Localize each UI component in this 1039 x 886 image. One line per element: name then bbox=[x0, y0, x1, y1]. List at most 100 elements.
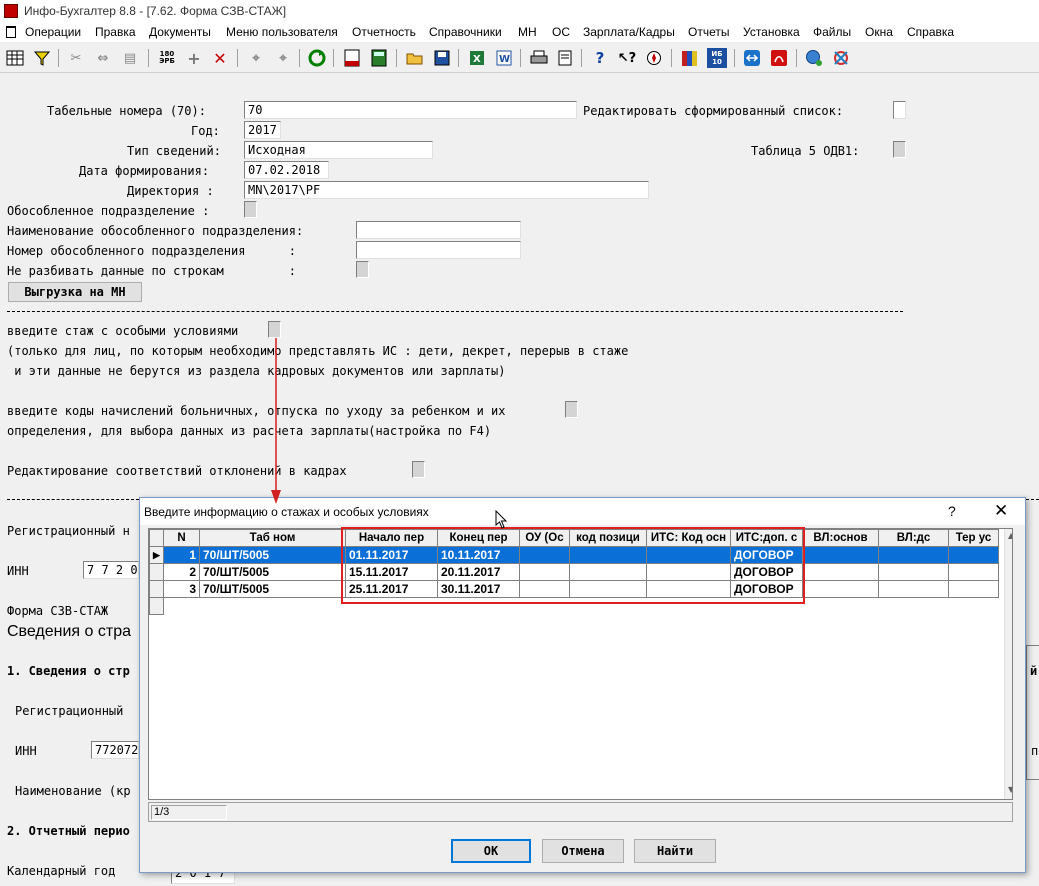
report-icon[interactable] bbox=[342, 48, 362, 68]
acrobat-icon[interactable] bbox=[769, 48, 789, 68]
open-folder-icon[interactable] bbox=[405, 48, 425, 68]
svg-text:X: X bbox=[473, 54, 481, 65]
books-icon[interactable] bbox=[680, 48, 700, 68]
print-icon[interactable] bbox=[529, 48, 549, 68]
menu-operations[interactable]: Операции bbox=[25, 25, 81, 39]
separate-checkbox[interactable] bbox=[244, 201, 257, 218]
menu-reporting[interactable]: Отчетность bbox=[352, 25, 416, 39]
network-icon[interactable] bbox=[831, 48, 851, 68]
cell-n[interactable]: 2 bbox=[163, 563, 200, 581]
cell-vl-main[interactable] bbox=[802, 563, 879, 581]
web-icon[interactable] bbox=[804, 48, 824, 68]
cell-ter[interactable] bbox=[948, 546, 999, 564]
cell-vl-ds[interactable] bbox=[878, 546, 949, 564]
menu-help[interactable]: Справка bbox=[907, 25, 954, 39]
row-pointer-icon: ▶ bbox=[149, 546, 164, 564]
menu-settings[interactable]: Установка bbox=[743, 25, 800, 39]
ib10-icon[interactable]: ИБ 10 bbox=[707, 48, 727, 68]
cancel-button[interactable]: Отмена bbox=[542, 839, 624, 863]
cell-n[interactable]: 3 bbox=[163, 580, 200, 598]
title-bar: Инфо-Бухгалтер 8.8 - [7.62. Форма СЗВ-СТ… bbox=[0, 0, 1039, 22]
right-frame bbox=[1026, 645, 1039, 780]
add-icon[interactable]: + bbox=[184, 48, 204, 68]
menu-salary[interactable]: Зарплата/Кадры bbox=[583, 25, 675, 39]
dialog-help-button[interactable]: ? bbox=[948, 503, 956, 519]
tab-nums-field[interactable]: 70 bbox=[244, 101, 577, 119]
no-split-checkbox[interactable] bbox=[356, 261, 369, 278]
filter-icon[interactable] bbox=[32, 48, 52, 68]
menu-os[interactable]: ОС bbox=[552, 25, 570, 39]
col-vl-main[interactable]: ВЛ:основ bbox=[802, 529, 879, 547]
year-field[interactable]: 2017 bbox=[244, 121, 281, 139]
col-n[interactable]: N bbox=[163, 529, 200, 547]
ok-button[interactable]: ОК bbox=[451, 839, 531, 863]
move-icon[interactable]: ⇔ bbox=[93, 48, 113, 68]
cell-tab-num[interactable]: 70/ШТ/5005 bbox=[199, 563, 346, 581]
deviations-checkbox[interactable] bbox=[412, 461, 425, 478]
table5-label: Таблица 5 ОДВ1: bbox=[751, 144, 860, 158]
scroll-up-icon[interactable]: ▲ bbox=[1008, 531, 1012, 540]
dialog-close-button[interactable]: ✕ bbox=[994, 501, 1008, 521]
cell-n[interactable]: 1 bbox=[163, 546, 200, 564]
delete-icon[interactable]: ✕ bbox=[210, 48, 230, 68]
cell-tab-num[interactable]: 70/ШТ/5005 bbox=[199, 546, 346, 564]
calculator-icon[interactable] bbox=[369, 48, 389, 68]
cell-vl-ds[interactable] bbox=[878, 580, 949, 598]
cell-vl-main[interactable] bbox=[802, 580, 879, 598]
cell-vl-main[interactable] bbox=[802, 546, 879, 564]
menu-user[interactable]: Меню пользователя bbox=[226, 25, 338, 39]
tool1-icon[interactable]: ⌖ bbox=[246, 48, 266, 68]
preview-icon[interactable] bbox=[555, 48, 575, 68]
menu-windows[interactable]: Окна bbox=[865, 25, 893, 39]
dir-field[interactable]: MN\2017\PF bbox=[244, 181, 649, 199]
vertical-scrollbar[interactable]: ▲ ▼ bbox=[1004, 529, 1012, 799]
col-ter[interactable]: Тер ус bbox=[948, 529, 999, 547]
inn2-label: ИНН bbox=[15, 744, 37, 758]
cell-tab-num[interactable]: 70/ШТ/5005 bbox=[199, 580, 346, 598]
sep-name-field[interactable] bbox=[356, 221, 521, 239]
export-button[interactable]: Выгрузка на МН bbox=[8, 282, 142, 302]
number-180-icon[interactable]: 180 ЭРБ bbox=[157, 48, 177, 68]
type-field[interactable]: Исходная bbox=[244, 141, 433, 159]
col-vl-ds[interactable]: ВЛ:дс bbox=[878, 529, 949, 547]
scroll-down-icon[interactable]: ▼ bbox=[1008, 785, 1012, 794]
grid-status-bar: 1/3 bbox=[148, 802, 1013, 822]
find-button[interactable]: Найти bbox=[634, 839, 716, 863]
help-icon[interactable]: ? bbox=[590, 48, 610, 68]
app-icon[interactable] bbox=[4, 4, 18, 18]
menu-mn[interactable]: МН bbox=[518, 25, 537, 39]
window-menu-icon[interactable] bbox=[6, 26, 16, 38]
col-tab-num[interactable]: Таб ном bbox=[199, 529, 346, 547]
paste-icon[interactable]: ▤ bbox=[120, 48, 140, 68]
inn-field[interactable]: 7 7 2 0 bbox=[83, 561, 139, 579]
teamviewer-icon[interactable] bbox=[742, 48, 762, 68]
cell-vl-ds[interactable] bbox=[878, 563, 949, 581]
date-field[interactable]: 07.02.2018 bbox=[244, 161, 329, 179]
cell-ter[interactable] bbox=[948, 563, 999, 581]
save-icon[interactable] bbox=[432, 48, 452, 68]
divider-2 bbox=[7, 499, 139, 500]
cell-ter[interactable] bbox=[948, 580, 999, 598]
compass-icon[interactable] bbox=[644, 48, 664, 68]
menu-references[interactable]: Справочники bbox=[429, 25, 502, 39]
menu-documents[interactable]: Документы bbox=[149, 25, 211, 39]
refresh-icon[interactable] bbox=[307, 48, 327, 68]
edit-list-checkbox[interactable] bbox=[893, 101, 906, 119]
page-heading: Сведения о стра bbox=[7, 623, 132, 640]
codes-checkbox[interactable] bbox=[565, 401, 578, 418]
tool2-icon[interactable]: ⌖ bbox=[273, 48, 293, 68]
type-label: Тип сведений: bbox=[127, 144, 221, 158]
inn2-field[interactable]: 772072 bbox=[91, 741, 139, 759]
name-label: Наименование (кр bbox=[15, 784, 131, 798]
word-icon[interactable]: W bbox=[494, 48, 514, 68]
sep-num-field[interactable] bbox=[356, 241, 521, 259]
cut-icon[interactable]: ✂ bbox=[66, 48, 86, 68]
menu-reports[interactable]: Отчеты bbox=[688, 25, 729, 39]
context-help-icon[interactable]: ↖? bbox=[617, 48, 637, 68]
menu-files[interactable]: Файлы bbox=[813, 25, 851, 39]
calculator-grid-icon[interactable] bbox=[5, 48, 25, 68]
excel-icon[interactable]: X bbox=[467, 48, 487, 68]
table5-checkbox[interactable] bbox=[893, 141, 906, 158]
special-checkbox[interactable] bbox=[268, 321, 281, 338]
menu-edit[interactable]: Правка bbox=[95, 25, 136, 39]
